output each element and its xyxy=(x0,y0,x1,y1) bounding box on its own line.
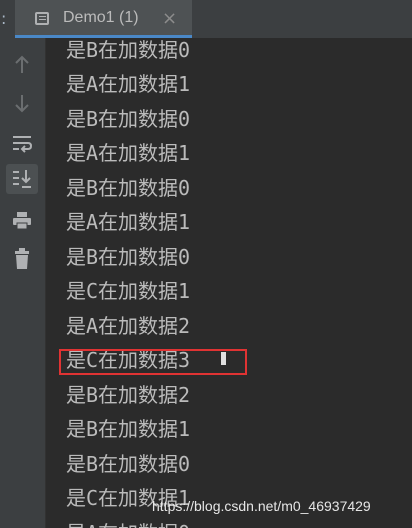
soft-wrap-icon[interactable] xyxy=(6,128,38,158)
console-line: 是B在加数据0 xyxy=(66,107,191,131)
watermark: https://blog.csdn.net/m0_46937429 xyxy=(152,498,371,514)
console-line: 是A在加数据2 xyxy=(66,314,191,338)
console-toolbar xyxy=(0,38,46,528)
red-annotation-box xyxy=(59,349,247,375)
down-arrow-icon[interactable] xyxy=(6,88,38,118)
console-window-icon xyxy=(35,12,49,25)
console-line: 是A在加数据1 xyxy=(66,141,191,165)
console-line: 是C在加数据1 xyxy=(66,279,191,303)
console-line: 是A在加数据1 xyxy=(66,72,191,96)
up-arrow-icon[interactable] xyxy=(6,50,38,80)
console-line: 是A在加数据0 xyxy=(66,516,190,528)
console-output[interactable]: 是B在加数据0 是A在加数据1 是B在加数据0 是A在加数据1 是B在加数据0 … xyxy=(46,38,412,528)
console-line: 是B在加数据0 xyxy=(66,245,191,269)
close-tab-icon[interactable]: × xyxy=(162,8,177,29)
scroll-to-end-icon[interactable] xyxy=(6,164,38,194)
text-caret xyxy=(221,352,226,365)
console-line: 是B在加数据0 xyxy=(66,452,191,476)
tab-prefix: : xyxy=(1,9,7,28)
console-line: 是A在加数据1 xyxy=(66,210,191,234)
tab-label: Demo1 (1) xyxy=(63,9,139,26)
console-line: 是B在加数据0 xyxy=(66,38,191,62)
console-line: 是B在加数据1 xyxy=(66,417,191,441)
print-icon[interactable] xyxy=(6,206,38,236)
console-line: 是B在加数据0 xyxy=(66,176,191,200)
console-line: 是B在加数据2 xyxy=(66,383,191,407)
run-tab-bar: : Demo1 (1) × xyxy=(0,0,412,39)
trash-icon[interactable] xyxy=(6,244,38,274)
